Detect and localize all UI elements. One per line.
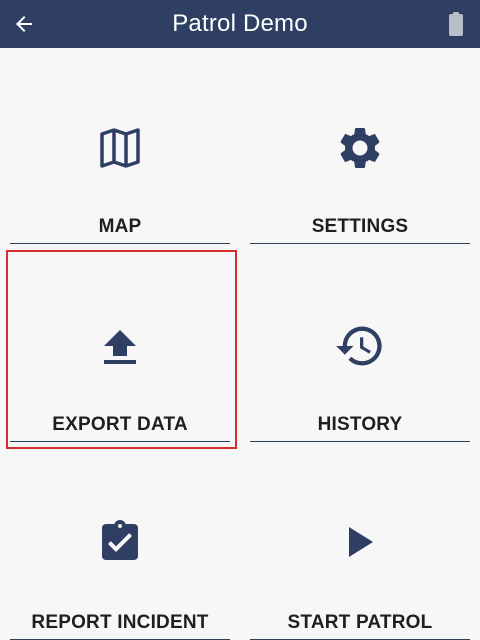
divider [250,441,470,442]
start-patrol-tile[interactable]: START PATROL [250,444,470,640]
clipboard-check-icon [10,514,230,570]
map-icon [10,120,230,176]
history-tile[interactable]: HISTORY [250,246,470,442]
app-screen: Patrol Demo MAP SETTINGS EXPORT DATA HIS… [0,0,480,640]
divider [10,441,230,442]
start-patrol-label: START PATROL [287,612,433,633]
settings-label: SETTINGS [311,216,409,237]
divider [250,243,470,244]
export-data-tile[interactable]: EXPORT DATA [10,246,230,442]
report-incident-tile[interactable]: REPORT INCIDENT [10,444,230,640]
report-incident-label: REPORT INCIDENT [31,612,209,633]
app-header: Patrol Demo [0,0,480,48]
battery-icon [448,12,464,36]
page-title: Patrol Demo [172,10,308,37]
upload-icon [10,318,230,374]
map-tile[interactable]: MAP [10,48,230,244]
play-icon [250,514,470,570]
history-label: HISTORY [317,414,403,435]
map-label: MAP [98,216,142,237]
history-icon [250,318,470,374]
export-data-label: EXPORT DATA [52,414,188,435]
settings-tile[interactable]: SETTINGS [250,48,470,244]
gear-icon [250,120,470,176]
divider [10,243,230,244]
